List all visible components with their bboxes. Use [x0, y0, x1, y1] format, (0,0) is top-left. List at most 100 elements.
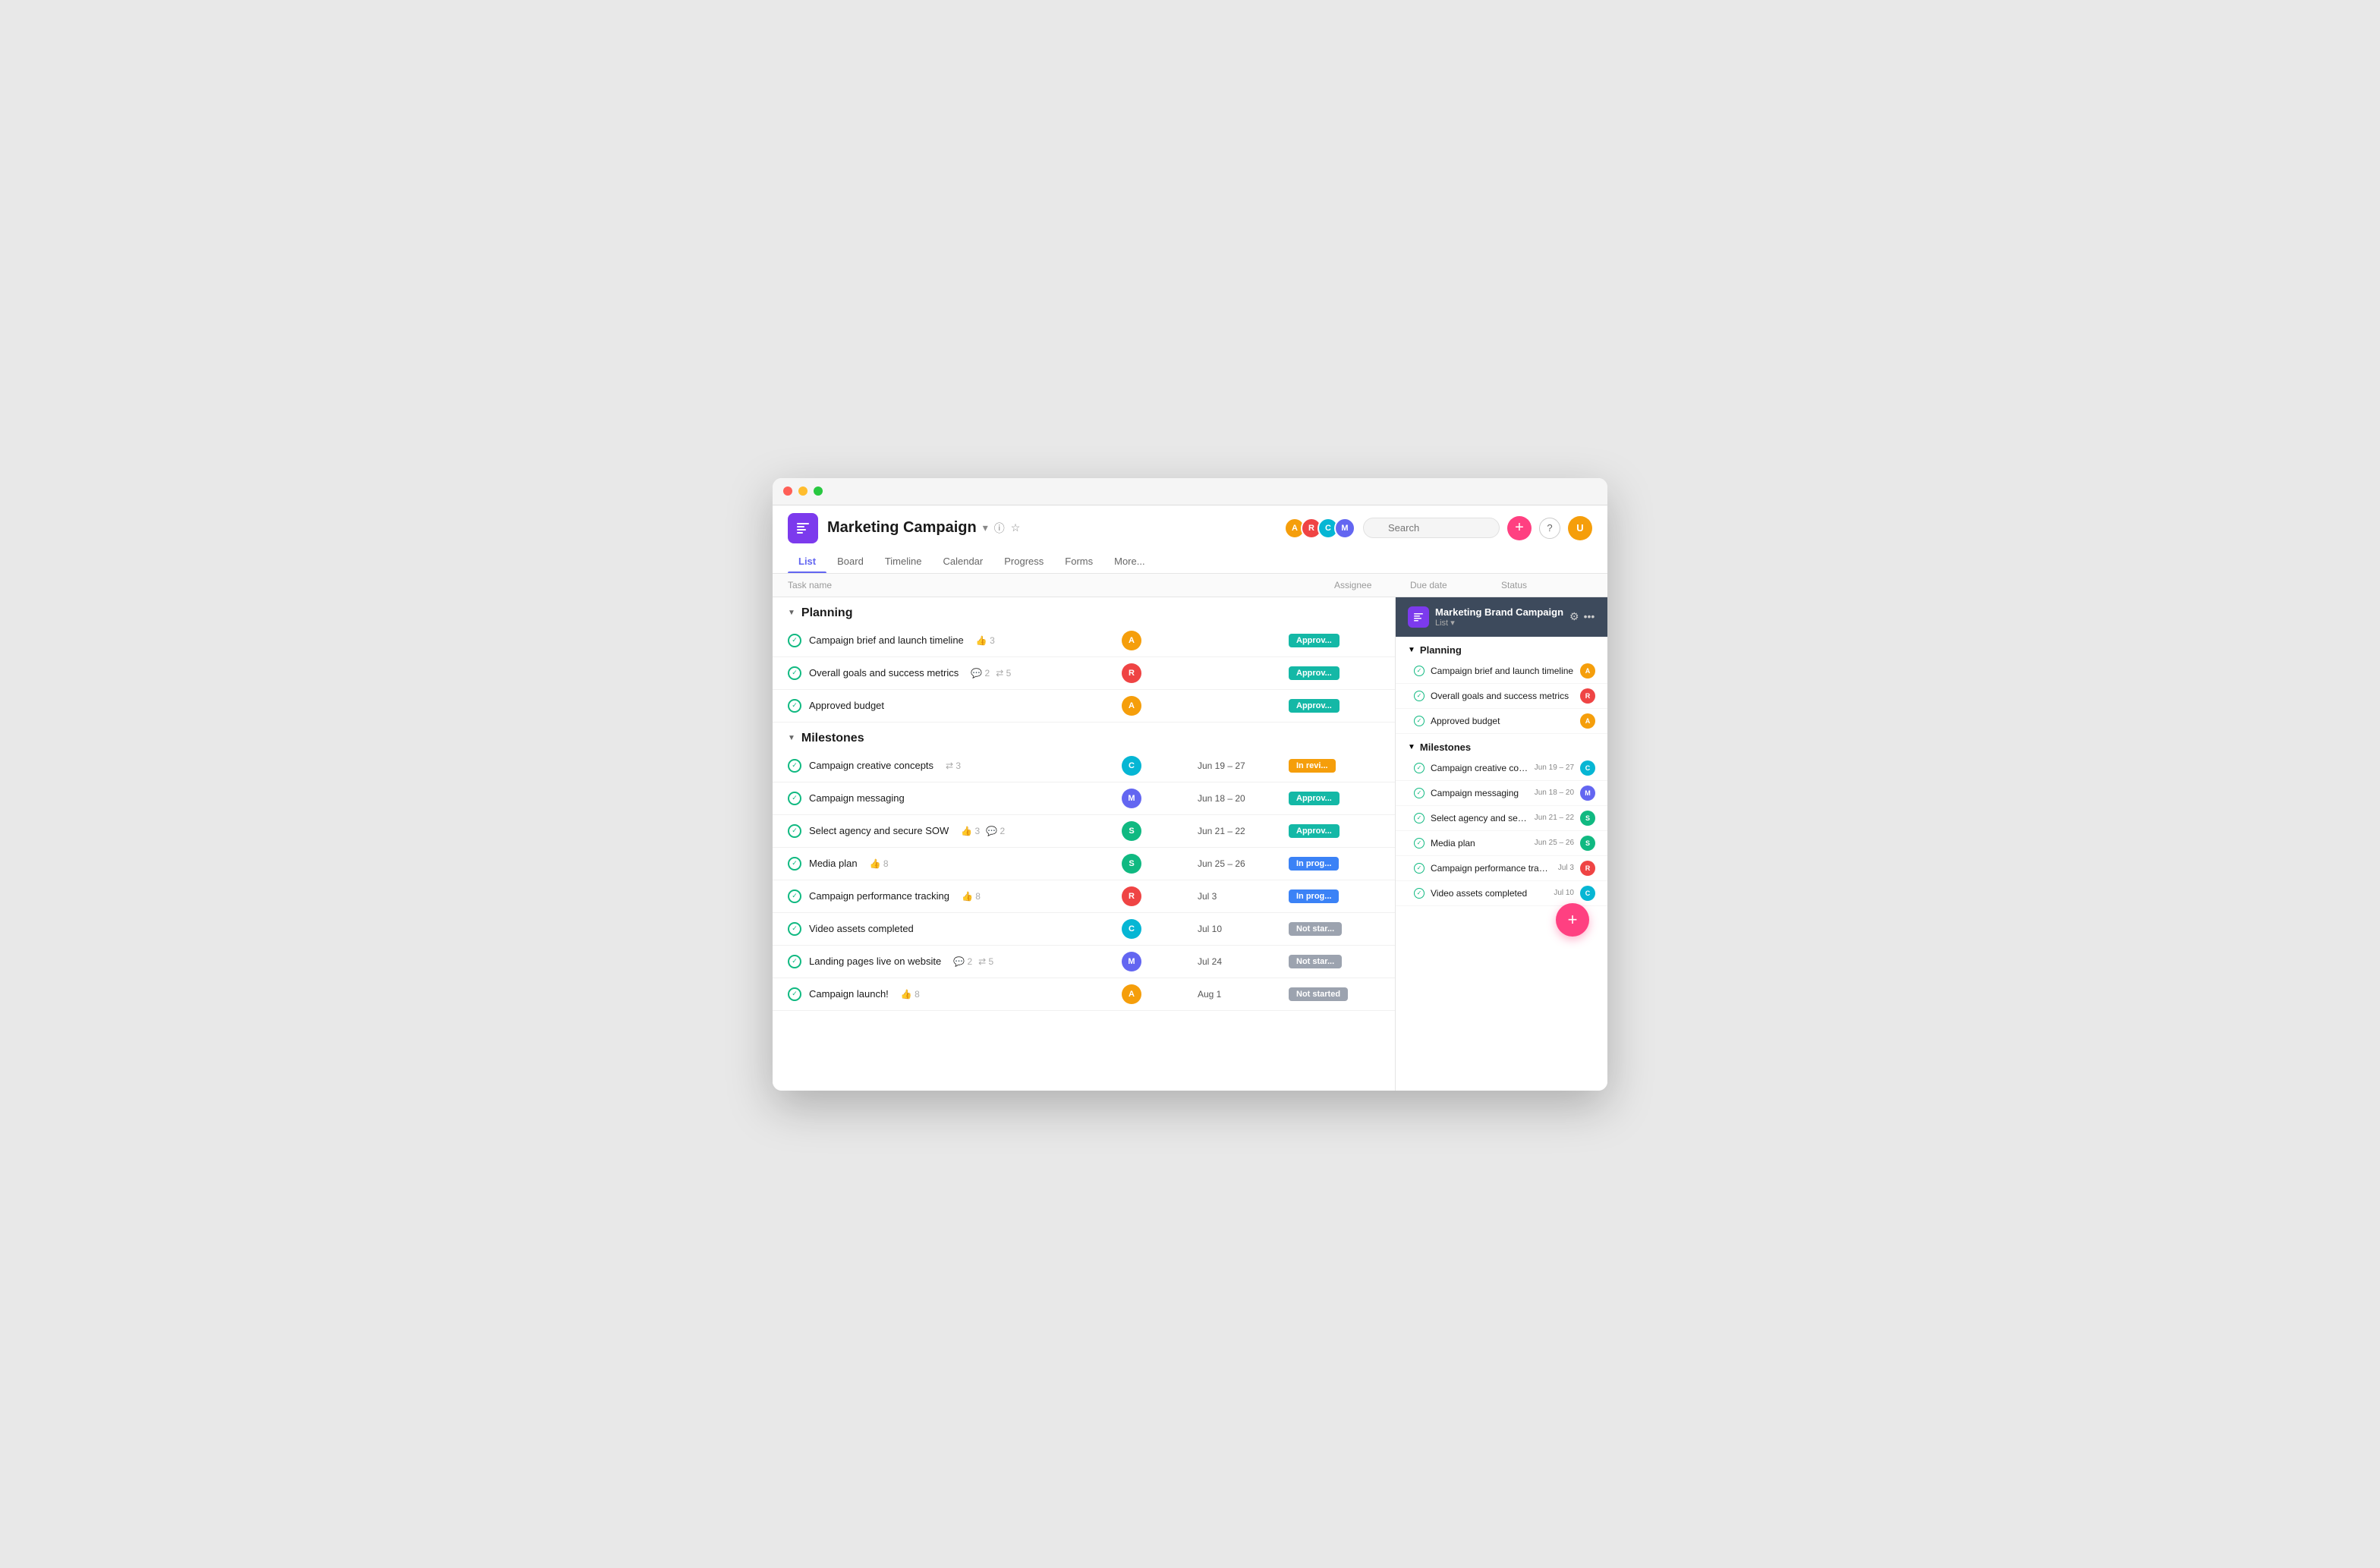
nav-tabs: List Board Timeline Calendar Progress Fo…: [773, 543, 1607, 574]
task-checkbox[interactable]: [788, 666, 801, 680]
dropdown-icon[interactable]: ▾: [983, 521, 988, 534]
status-cell: In prog...: [1289, 889, 1380, 903]
maximize-button[interactable]: [814, 486, 823, 496]
user-avatar[interactable]: U: [1568, 516, 1592, 540]
task-checkbox[interactable]: [788, 699, 801, 713]
tab-more[interactable]: More...: [1103, 549, 1155, 573]
chevron-milestones[interactable]: ▼: [788, 734, 795, 742]
tab-calendar[interactable]: Calendar: [932, 549, 993, 573]
table-row: Select agency and secure SOW 👍 3 💬 2 S J…: [773, 815, 1395, 848]
status-cell: Approv...: [1289, 666, 1380, 680]
status-badge: In prog...: [1289, 889, 1339, 903]
side-panel-title-area: Marketing Brand Campaign List ▾: [1435, 606, 1563, 628]
tab-list[interactable]: List: [788, 549, 826, 573]
tab-progress[interactable]: Progress: [993, 549, 1054, 573]
side-task-check[interactable]: [1414, 863, 1425, 874]
side-task-check[interactable]: [1414, 666, 1425, 676]
task-name: Campaign messaging: [809, 792, 905, 804]
table-row: Landing pages live on website 💬 2 ⇄ 5 M …: [773, 946, 1395, 978]
meta-comments: 💬 2: [986, 826, 1005, 836]
header-right: A R C M 🔍 + ? U: [1284, 516, 1592, 540]
list-item: Media plan Jun 25 – 26 S: [1396, 831, 1607, 856]
chevron-planning[interactable]: ▼: [788, 609, 795, 617]
task-meta: 👍 3 💬 2: [961, 826, 1005, 836]
tab-timeline[interactable]: Timeline: [874, 549, 933, 573]
assignee-cell: C: [1122, 756, 1198, 776]
col-status: Status: [1501, 580, 1592, 590]
list-item: Overall goals and success metrics R: [1396, 684, 1607, 709]
side-task-check[interactable]: [1414, 763, 1425, 773]
status-badge: Approv...: [1289, 634, 1340, 647]
avatar: C: [1122, 756, 1141, 776]
avatar: M: [1334, 518, 1355, 539]
app-window: Marketing Campaign ▾ ⓘ ☆ A R C M 🔍 + ? U: [773, 478, 1607, 1091]
list-item: Campaign messaging Jun 18 – 20 M: [1396, 781, 1607, 806]
tab-forms[interactable]: Forms: [1054, 549, 1103, 573]
minimize-button[interactable]: [798, 486, 808, 496]
task-name: Campaign brief and launch timeline: [809, 634, 964, 646]
assignee-cell: A: [1122, 631, 1198, 650]
status-badge: In revi...: [1289, 759, 1336, 773]
task-meta: 👍 8: [901, 989, 920, 1000]
tab-board[interactable]: Board: [826, 549, 874, 573]
assignee-cell: C: [1122, 919, 1198, 939]
side-task-check[interactable]: [1414, 813, 1425, 823]
side-task-date: Jun 25 – 26: [1535, 839, 1574, 847]
table-header: Task name Assignee Due date Status: [773, 574, 1607, 597]
task-name-cell: Media plan 👍 8: [788, 857, 1122, 871]
more-icon[interactable]: •••: [1584, 610, 1595, 623]
task-meta: 💬 2 ⇄ 5: [953, 956, 993, 967]
side-avatar: S: [1580, 811, 1595, 826]
side-task-check[interactable]: [1414, 888, 1425, 899]
task-checkbox[interactable]: [788, 634, 801, 647]
table-row: Video assets completed C Jul 10 Not star…: [773, 913, 1395, 946]
help-button[interactable]: ?: [1539, 518, 1560, 539]
task-name: Overall goals and success metrics: [809, 667, 959, 679]
side-task-check[interactable]: [1414, 716, 1425, 726]
task-name-cell: Campaign creative concepts ⇄ 3: [788, 759, 1122, 773]
task-checkbox[interactable]: [788, 824, 801, 838]
avatars-group: A R C M: [1284, 518, 1355, 539]
assignee-cell: S: [1122, 821, 1198, 841]
side-task-name: Campaign creative conc...: [1431, 763, 1528, 773]
side-task-name: Campaign brief and launch timeline: [1431, 666, 1574, 676]
task-checkbox[interactable]: [788, 759, 801, 773]
titlebar: [773, 478, 1607, 505]
due-date-cell: Jun 25 – 26: [1198, 858, 1289, 869]
side-section-title: Planning: [1420, 644, 1462, 656]
side-task-check[interactable]: [1414, 838, 1425, 849]
star-icon[interactable]: ☆: [1011, 521, 1021, 534]
side-panel: Marketing Brand Campaign List ▾ ⚙ ••• ▼ …: [1395, 597, 1607, 1091]
task-checkbox[interactable]: [788, 857, 801, 871]
side-section-planning[interactable]: ▼ Planning: [1396, 637, 1607, 659]
meta-subtasks: ⇄ 3: [946, 760, 961, 771]
add-button[interactable]: +: [1507, 516, 1532, 540]
status-badge: Approv...: [1289, 699, 1340, 713]
assignee-cell: M: [1122, 952, 1198, 971]
side-task-check[interactable]: [1414, 691, 1425, 701]
title-icons: ▾ ⓘ ☆: [983, 521, 1021, 536]
task-name-cell: Approved budget: [788, 699, 1122, 713]
side-section-milestones[interactable]: ▼ Milestones: [1396, 734, 1607, 756]
status-cell: Approv...: [1289, 698, 1380, 713]
avatar: M: [1122, 789, 1141, 808]
task-name-cell: Select agency and secure SOW 👍 3 💬 2: [788, 824, 1122, 838]
main-content: ▼ Planning Campaign brief and launch tim…: [773, 597, 1607, 1091]
search-input[interactable]: [1363, 518, 1500, 538]
task-checkbox[interactable]: [788, 922, 801, 936]
fab-button[interactable]: +: [1556, 903, 1589, 937]
filter-icon[interactable]: ⚙: [1569, 610, 1579, 623]
side-task-check[interactable]: [1414, 788, 1425, 798]
task-checkbox[interactable]: [788, 955, 801, 968]
list-item: Campaign performance track... Jul 3 R: [1396, 856, 1607, 881]
status-cell: Approv...: [1289, 633, 1380, 647]
status-badge: In prog...: [1289, 857, 1339, 871]
info-icon[interactable]: ⓘ: [994, 521, 1005, 536]
task-checkbox[interactable]: [788, 987, 801, 1001]
task-checkbox[interactable]: [788, 792, 801, 805]
close-button[interactable]: [783, 486, 792, 496]
task-checkbox[interactable]: [788, 889, 801, 903]
status-badge: Not star...: [1289, 922, 1342, 936]
section-milestones: ▼ Milestones: [773, 723, 1395, 750]
task-name: Campaign creative concepts: [809, 760, 933, 771]
